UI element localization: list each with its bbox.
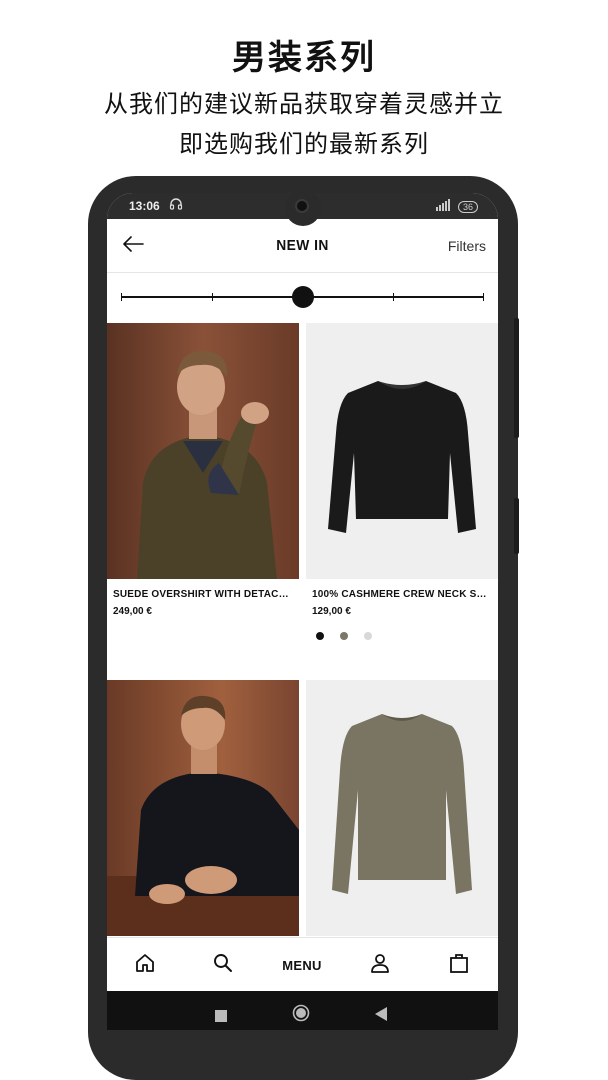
product-name: SUEDE OVERSHIRT WITH DETACHA... [113, 589, 293, 600]
battery-level: 36 [462, 201, 473, 212]
status-time: 13:06 [129, 199, 160, 213]
product-image[interactable] [107, 680, 299, 936]
search-icon [212, 952, 234, 978]
grid-size-slider[interactable] [121, 285, 484, 309]
slider-tick [483, 293, 484, 301]
system-navigation-bar [107, 991, 498, 1030]
product-price: 129,00 € [312, 606, 351, 617]
headset-icon [169, 197, 183, 214]
nav-bag-button[interactable] [429, 938, 489, 992]
front-camera [295, 199, 309, 213]
color-swatch-black[interactable] [316, 632, 324, 640]
app-bar: NEW IN Filters [107, 219, 498, 273]
product-image[interactable] [306, 323, 498, 579]
color-swatch-grey[interactable] [364, 632, 372, 640]
slider-tick [121, 293, 122, 301]
page-title: NEW IN [276, 237, 329, 254]
product-price: 249,00 € [113, 606, 152, 617]
product-image[interactable] [107, 323, 299, 579]
home-circle-icon[interactable] [292, 1004, 310, 1026]
promo-subtitle-line-1: 从我们的建议新品获取穿着灵感并立 [104, 90, 504, 118]
product-card[interactable] [306, 680, 498, 936]
nav-search-button[interactable] [193, 938, 253, 992]
color-swatch-khaki[interactable] [340, 632, 348, 640]
nav-menu-button[interactable]: MENU [272, 938, 332, 992]
product-card[interactable]: SUEDE OVERSHIRT WITH DETACHA... 249,00 € [107, 323, 299, 663]
slider-tick [212, 293, 213, 301]
nav-home-button[interactable] [115, 938, 175, 992]
status-bar: 13:06 36 [107, 193, 498, 226]
product-card[interactable] [107, 680, 299, 936]
product-image[interactable] [306, 680, 498, 936]
phone-screen: 13:06 36 NEW IN Filters SUEDE OVERSHIRT … [107, 193, 498, 1030]
signal-icon [430, 199, 452, 214]
back-triangle-icon[interactable] [375, 1006, 387, 1025]
recents-square-icon[interactable] [215, 1007, 227, 1026]
volume-button [514, 318, 519, 438]
slider-tick [393, 293, 394, 301]
user-icon [369, 952, 391, 978]
status-indicators: 36 [430, 199, 478, 214]
power-button [514, 498, 519, 554]
slider-knob[interactable] [291, 286, 314, 308]
shopping-bag-icon [448, 952, 470, 978]
battery-icon: 36 [457, 200, 478, 213]
nav-account-button[interactable] [350, 938, 410, 992]
product-card[interactable]: 100% CASHMERE CREW NECK SW... 129,00 € [306, 323, 498, 663]
product-name: 100% CASHMERE CREW NECK SW... [312, 589, 492, 600]
bottom-navigation: MENU [107, 937, 498, 991]
filters-button[interactable]: Filters [448, 238, 486, 254]
home-icon [134, 952, 156, 978]
promo-title: 男装系列 [232, 38, 376, 78]
promo-subtitle-line-2: 即选购我们的最新系列 [179, 130, 429, 158]
